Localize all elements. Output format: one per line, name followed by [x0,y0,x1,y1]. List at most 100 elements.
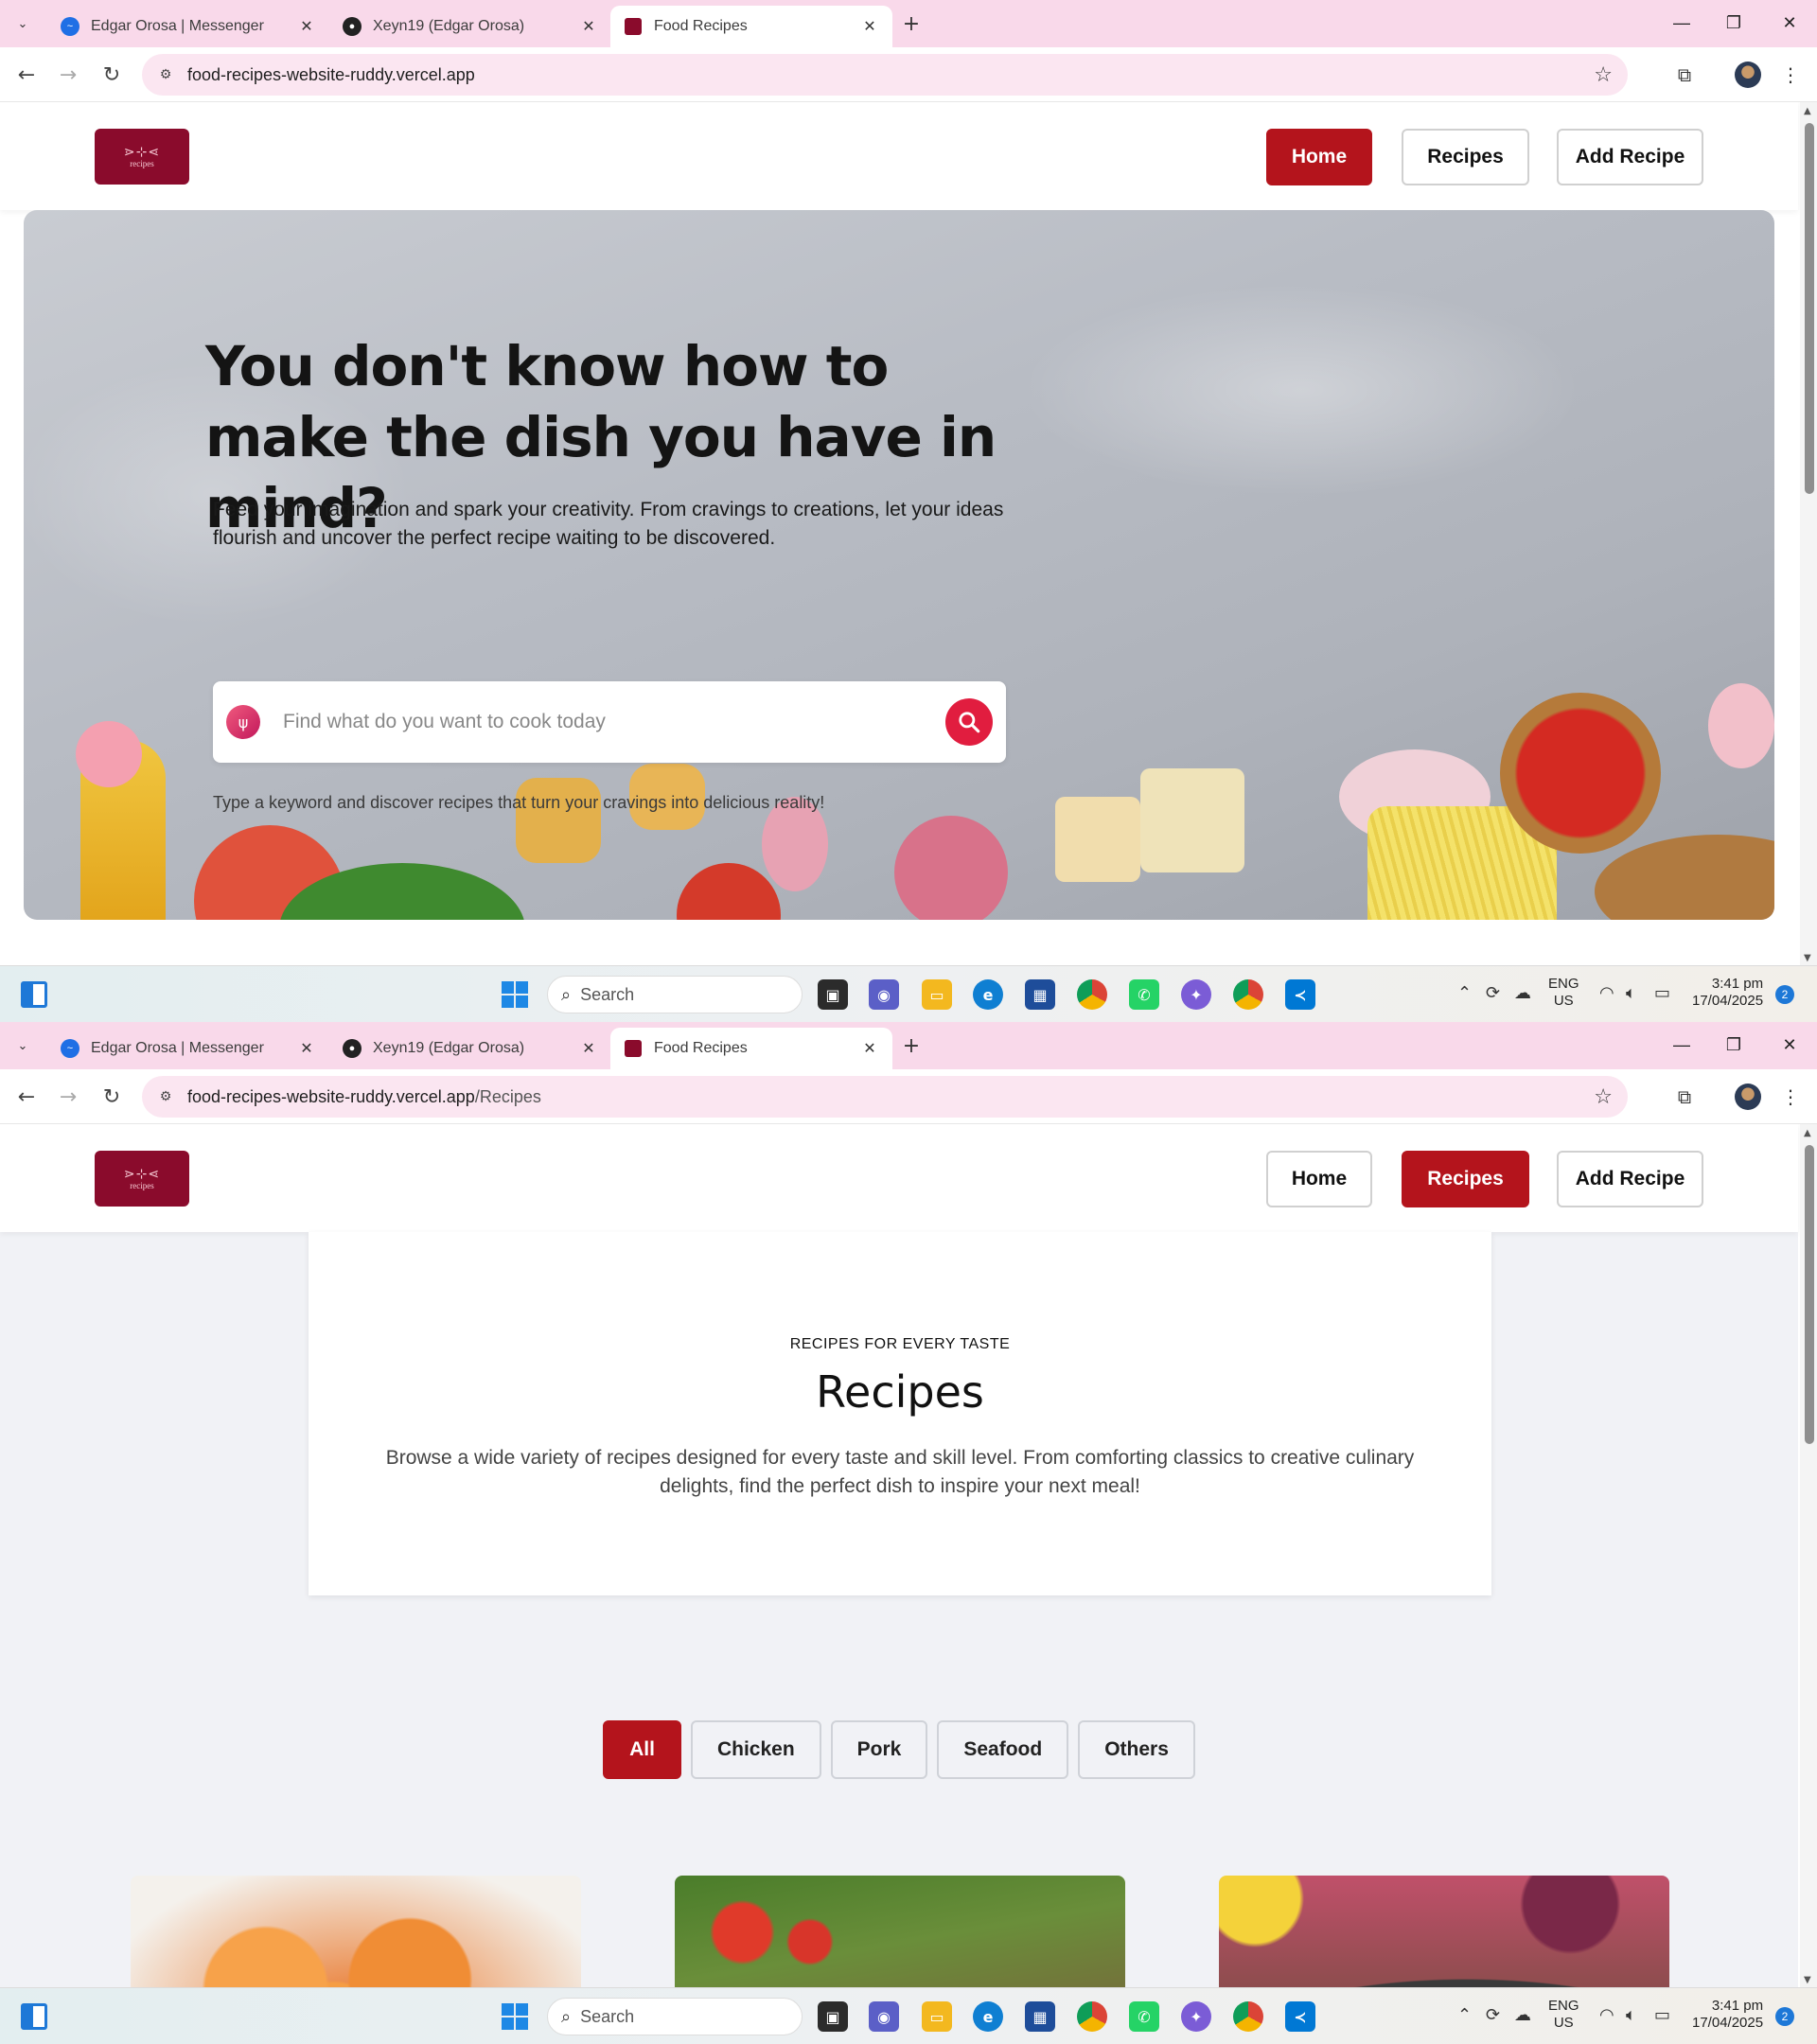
tab-search-chevron-icon[interactable]: ⌄ [9,1033,36,1058]
window-close-icon[interactable]: ✕ [1771,9,1808,36]
minimize-icon[interactable]: — [1663,1031,1701,1058]
nav-recipes-button[interactable]: Recipes [1402,1151,1529,1207]
filter-chicken-button[interactable]: Chicken [690,1720,821,1779]
recipe-card-image-sinigang[interactable] [675,1876,1125,1987]
profile-avatar[interactable] [1735,1084,1761,1110]
close-icon[interactable]: ✕ [860,1039,879,1058]
close-icon[interactable]: ✕ [579,1039,598,1058]
nav-add-recipe-button[interactable]: Add Recipe [1557,129,1703,185]
scroll-down-icon[interactable]: ▼ [1804,1975,1811,1985]
whatsapp-icon[interactable]: ✆ [1129,979,1159,1010]
new-tab-plus-icon[interactable]: + [899,11,924,36]
tray-chevron-icon[interactable]: ⌃ [1457,983,1472,1003]
copilot-icon[interactable]: ✦ [1181,979,1211,1010]
recipe-card-image-sisig[interactable] [1219,1876,1669,1987]
scroll-up-icon[interactable]: ▲ [1804,1128,1811,1138]
language-indicator[interactable]: ENG US [1548,1998,1579,2032]
tab-messenger[interactable]: ~ Edgar Orosa | Messenger ✕ [47,1028,329,1069]
chrome-profile-icon[interactable] [1233,979,1263,1010]
file-explorer-icon[interactable]: ▭ [922,2001,952,2032]
forward-arrow-icon[interactable]: → [54,1083,82,1111]
site-logo[interactable]: ⋗⊹⋖ recipes [95,129,189,185]
minimize-icon[interactable]: — [1663,9,1701,36]
site-info-icon[interactable]: ⚙ [155,64,176,85]
menu-kebab-icon[interactable]: ⋮ [1776,1083,1805,1111]
page-scrollbar[interactable]: ▲ ▼ [1800,1124,1817,1987]
task-view-icon[interactable]: ▣ [818,2001,848,2032]
close-icon[interactable]: ✕ [297,17,316,36]
tab-github[interactable]: ● Xeyn19 (Edgar Orosa) ✕ [329,1028,611,1069]
forward-arrow-icon[interactable]: → [54,61,82,89]
wifi-icon[interactable]: ◠ [1599,983,1614,1003]
restore-icon[interactable]: ❐ [1715,1031,1753,1058]
recipe-search-input[interactable] [283,711,945,733]
whatsapp-icon[interactable]: ✆ [1129,2001,1159,2032]
taskbar-search[interactable]: ⌕ Search [547,976,803,1013]
wifi-icon[interactable]: ◠ [1599,2005,1614,2025]
filter-others-button[interactable]: Others [1078,1720,1195,1779]
clock[interactable]: 3:41 pm 17/04/2025 [1692,976,1763,1010]
volume-icon[interactable]: 🔈︎ [1626,2005,1636,2025]
chrome-profile-icon[interactable] [1233,2001,1263,2032]
sync-icon[interactable]: ⟳ [1486,983,1500,1003]
teams-icon[interactable]: ◉ [869,979,899,1010]
page-scrollbar[interactable]: ▲ ▼ [1800,102,1817,965]
vscode-icon[interactable]: ≺ [1285,2001,1315,2032]
copilot-icon[interactable]: ✦ [1181,2001,1211,2032]
store-icon[interactable]: ▦ [1025,2001,1055,2032]
reload-icon[interactable]: ↻ [97,61,126,89]
filter-all-button[interactable]: All [603,1720,681,1779]
widgets-icon[interactable] [21,981,47,1008]
address-bar[interactable]: ⚙ food-recipes-website-ruddy.vercel.app … [142,54,1628,96]
scrollbar-thumb[interactable] [1805,123,1814,494]
edge-icon[interactable]: e [973,979,1003,1010]
window-close-icon[interactable]: ✕ [1771,1031,1808,1058]
task-view-icon[interactable]: ▣ [818,979,848,1010]
clock[interactable]: 3:41 pm 17/04/2025 [1692,1998,1763,2032]
vscode-icon[interactable]: ≺ [1285,979,1315,1010]
tab-github[interactable]: ● Xeyn19 (Edgar Orosa) ✕ [329,6,611,47]
nav-add-recipe-button[interactable]: Add Recipe [1557,1151,1703,1207]
site-info-icon[interactable]: ⚙ [155,1086,176,1107]
windows-start-icon[interactable] [502,2003,528,2030]
edge-icon[interactable]: e [973,2001,1003,2032]
recipe-card-image-shrimp[interactable] [131,1876,581,1987]
scroll-down-icon[interactable]: ▼ [1804,953,1811,963]
windows-start-icon[interactable] [502,981,528,1008]
profile-avatar[interactable] [1735,62,1761,88]
chrome-icon[interactable] [1077,979,1107,1010]
scroll-up-icon[interactable]: ▲ [1804,106,1811,116]
nav-home-button[interactable]: Home [1266,129,1372,185]
taskbar-search[interactable]: ⌕ Search [547,1998,803,2035]
filter-seafood-button[interactable]: Seafood [937,1720,1069,1779]
file-explorer-icon[interactable]: ▭ [922,979,952,1010]
tab-messenger[interactable]: ~ Edgar Orosa | Messenger ✕ [47,6,329,47]
extensions-puzzle-icon[interactable]: ⧉ [1670,61,1699,89]
teams-icon[interactable]: ◉ [869,2001,899,2032]
sync-icon[interactable]: ⟳ [1486,2005,1500,2025]
tray-chevron-icon[interactable]: ⌃ [1457,2005,1472,2025]
new-tab-plus-icon[interactable]: + [899,1033,924,1058]
menu-kebab-icon[interactable]: ⋮ [1776,61,1805,89]
tab-food-recipes[interactable]: Food Recipes ✕ [610,1028,892,1069]
notification-badge[interactable]: 2 [1775,2007,1794,2026]
back-arrow-icon[interactable]: ← [12,1083,41,1111]
extensions-puzzle-icon[interactable]: ⧉ [1670,1083,1699,1111]
onedrive-cloud-icon[interactable]: ☁ [1514,2005,1531,2025]
search-submit-button[interactable] [945,698,993,746]
scrollbar-thumb[interactable] [1805,1145,1814,1444]
battery-icon[interactable]: ▭ [1654,983,1670,1003]
site-logo[interactable]: ⋗⊹⋖ recipes [95,1151,189,1207]
notification-badge[interactable]: 2 [1775,985,1794,1004]
battery-icon[interactable]: ▭ [1654,2005,1670,2025]
restore-icon[interactable]: ❐ [1715,9,1753,36]
language-indicator[interactable]: ENG US [1548,976,1579,1010]
back-arrow-icon[interactable]: ← [12,61,41,89]
filter-pork-button[interactable]: Pork [830,1720,928,1779]
nav-recipes-button[interactable]: Recipes [1402,129,1529,185]
tab-food-recipes[interactable]: Food Recipes ✕ [610,6,892,47]
widgets-icon[interactable] [21,2003,47,2030]
close-icon[interactable]: ✕ [860,17,879,36]
volume-icon[interactable]: 🔈︎ [1626,983,1636,1003]
close-icon[interactable]: ✕ [579,17,598,36]
